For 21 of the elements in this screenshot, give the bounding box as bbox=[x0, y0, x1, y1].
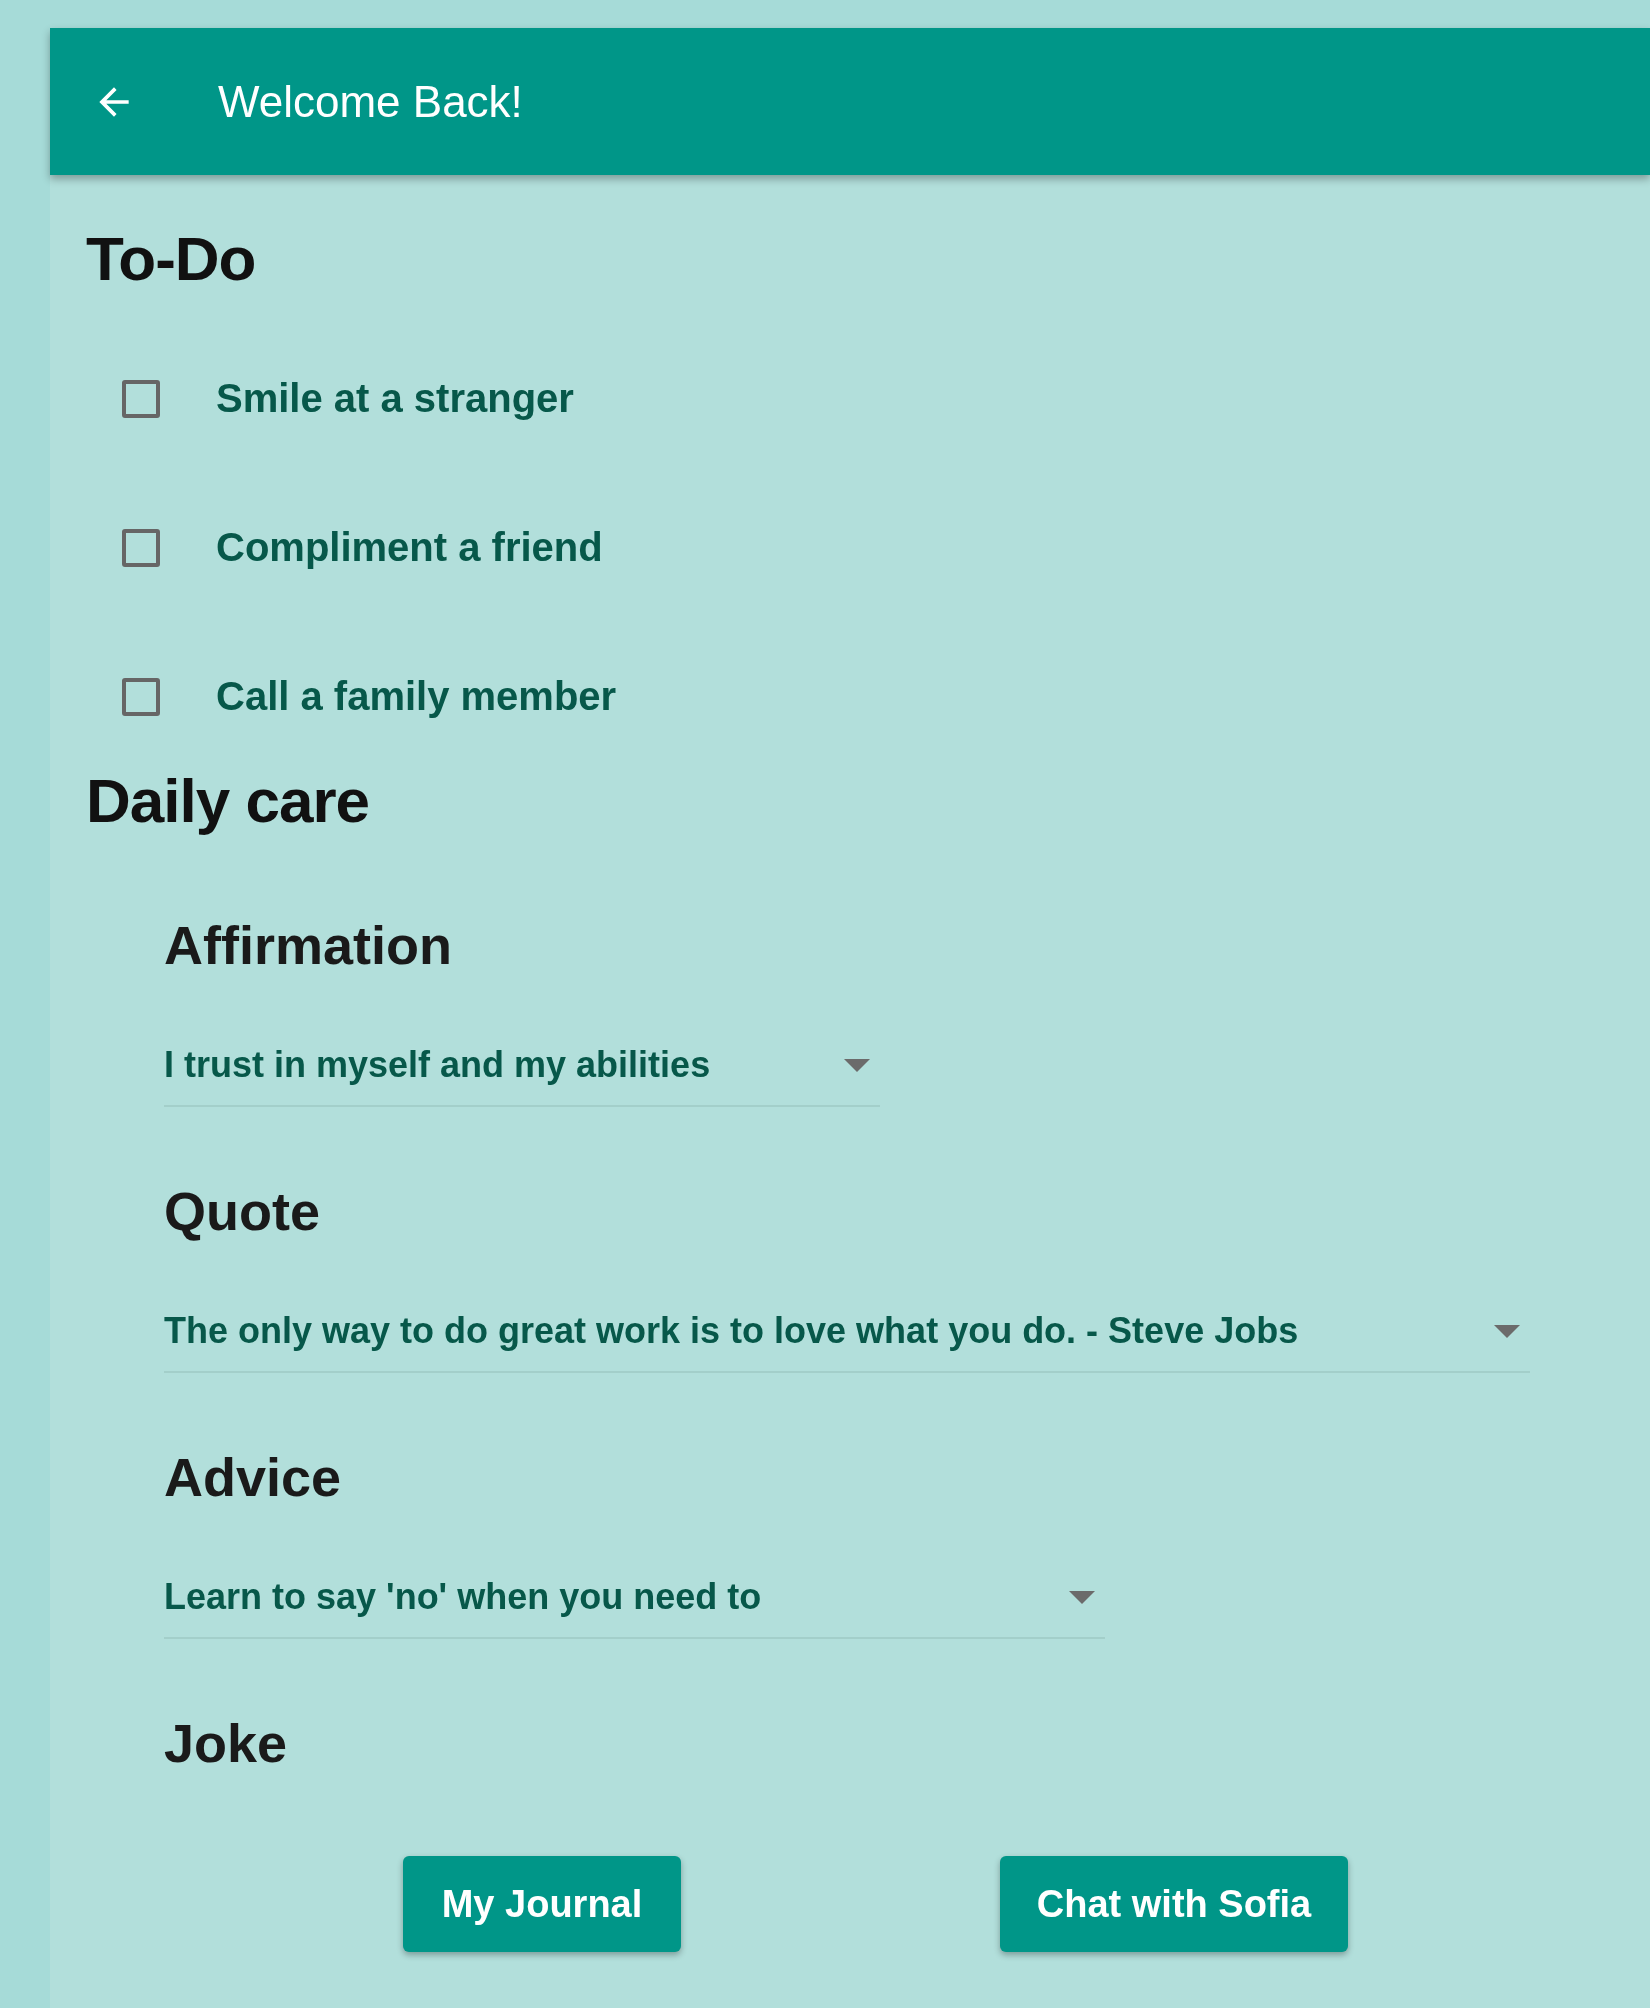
dropdown[interactable]: I trust in myself and my abilities bbox=[164, 1025, 880, 1107]
action-button[interactable]: My Journal bbox=[403, 1856, 681, 1952]
dropdown[interactable]: The only way to do great work is to love what you do. - Steve Jobs bbox=[164, 1291, 1530, 1373]
subsection-heading: Quote bbox=[164, 1180, 321, 1243]
section-heading: Daily care bbox=[86, 765, 370, 837]
dropdown-arrow-icon bbox=[1069, 1590, 1095, 1604]
subsection-heading: Advice bbox=[164, 1446, 343, 1509]
todo-label: Smile at a stranger bbox=[216, 376, 574, 421]
dropdown-arrow-icon bbox=[844, 1058, 870, 1072]
dropdown-arrow-icon bbox=[1494, 1324, 1520, 1338]
todo-label: Call a family member bbox=[216, 674, 617, 719]
section-heading: To-Do bbox=[86, 223, 257, 294]
subsection-heading: Joke bbox=[164, 1712, 289, 1775]
action-button[interactable]: Chat with Sofia bbox=[1000, 1856, 1348, 1952]
subsection-heading: Affirmation bbox=[164, 914, 453, 977]
todo-label: Compliment a friend bbox=[216, 525, 603, 570]
checkbox[interactable] bbox=[122, 379, 160, 418]
checkbox[interactable] bbox=[122, 677, 160, 716]
app-bar-title: Welcome Back! bbox=[218, 76, 523, 127]
checkbox[interactable] bbox=[122, 528, 160, 567]
dropdown[interactable]: Learn to say 'no' when you need to bbox=[164, 1557, 1105, 1639]
